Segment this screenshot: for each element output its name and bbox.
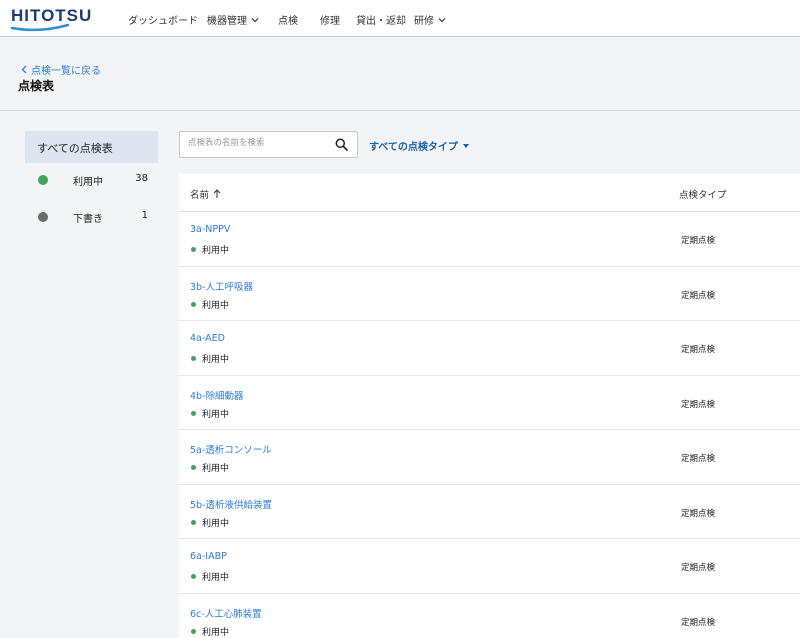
back-to-inspection-list-link[interactable]: 点検一覧に戻る xyxy=(21,62,101,77)
status-dot-icon xyxy=(38,212,48,222)
chevron-down-icon xyxy=(251,17,259,22)
status-label: 利用中 xyxy=(202,518,230,529)
inspection-sheet-name-link[interactable]: 4a-AED xyxy=(190,333,225,344)
status-dot-icon xyxy=(191,410,196,416)
inspection-type: 定期点検 xyxy=(681,236,716,246)
status-dot-icon xyxy=(191,301,196,307)
sort-ascending-icon xyxy=(213,189,221,198)
table-row[interactable]: 6a-IABP 利用中 定期点検 xyxy=(179,539,800,594)
inspection-type: 定期点検 xyxy=(681,454,716,464)
table-row[interactable]: 5b-透析液供給装置利用中 定期点検 xyxy=(179,485,800,539)
table-row[interactable]: 3a-NPPV 利用中 定期点検 xyxy=(179,212,800,267)
status-label: 利用中 xyxy=(202,464,230,474)
table-row[interactable]: 6c-人工心肺装置利用中 定期点検 xyxy=(179,594,800,638)
table-row[interactable]: 4b-除細動器 利用中 定期点検 xyxy=(179,376,800,430)
status-dot-icon xyxy=(191,628,196,634)
inspection-sheet-name-link[interactable]: 6a-IABP xyxy=(190,551,227,562)
nav-dashboard-label: ダッシュボード xyxy=(128,16,198,27)
inspection-sheet-name-link[interactable]: 4b-除細動器 xyxy=(190,388,244,402)
status-label: 利用中 xyxy=(202,246,230,256)
logo-swoosh-icon xyxy=(10,23,70,32)
nav-inspection-label: 点検 xyxy=(278,16,298,27)
status-indicator: 利用中 xyxy=(191,461,229,474)
inspection-type: 定期点検 xyxy=(681,617,716,628)
nav-lending[interactable]: 貸出・返却 xyxy=(356,12,406,27)
status-label: 利用中 xyxy=(202,409,230,420)
sidebar-item-count: 38 xyxy=(135,173,148,184)
chevron-down-icon xyxy=(438,17,446,22)
status-indicator: 利用中 xyxy=(191,625,229,638)
sidebar-item-active[interactable]: 利用中 38 xyxy=(25,163,158,200)
nav-equipment[interactable]: 機器管理 xyxy=(207,12,259,27)
nav-training-label: 研修 xyxy=(414,16,434,27)
sidebar-status-filter: すべての点検表 利用中 38 下書き 1 xyxy=(25,131,158,237)
nav-training[interactable]: 研修 xyxy=(414,12,446,27)
inspection-type: 定期点検 xyxy=(681,399,716,410)
status-dot-icon xyxy=(191,519,196,525)
status-indicator: 利用中 xyxy=(191,407,229,420)
status-label: 利用中 xyxy=(202,627,230,638)
page-title: 点検表 xyxy=(18,79,55,93)
table-row[interactable]: 3b-人工呼吸器利用中 定期点検 xyxy=(179,267,800,321)
status-dot-icon xyxy=(38,175,48,185)
page-header: 点検一覧に戻る 点検表 xyxy=(0,38,800,111)
table-body: 3a-NPPV 利用中 定期点検 3b-人工呼吸器 利用中 定期点検 4a-AED 利用中 定期… xyxy=(179,212,800,638)
inspection-type: 定期点検 xyxy=(681,563,716,573)
column-header-type: 点検タイプ xyxy=(679,190,727,201)
inspection-sheet-name-link[interactable]: 5a-透析コンソール xyxy=(190,442,272,456)
inspection-sheet-name-link[interactable]: 6c-人工心肺装置 xyxy=(190,606,262,620)
inspection-sheet-table: 名前 点検タイプ 3a-NPPV 利用中 定期点検 3b-人工呼吸器 利用中 定期点検 4a… xyxy=(179,174,800,638)
nav-repair-label: 修理 xyxy=(320,16,340,27)
nav-lending-label: 貸出・返却 xyxy=(356,16,406,27)
search-box xyxy=(179,131,358,158)
chevron-left-icon xyxy=(21,65,27,74)
search-input[interactable] xyxy=(188,138,328,148)
nav-inspection[interactable]: 点検 xyxy=(278,12,298,27)
caret-down-icon xyxy=(462,143,469,148)
table-row[interactable]: 5a-透析コンソール利用中 定期点検 xyxy=(179,430,800,485)
status-dot-icon xyxy=(191,465,196,470)
status-indicator: 利用中 xyxy=(191,243,229,256)
status-dot-icon xyxy=(191,574,196,579)
sidebar-item-all[interactable]: すべての点検表 xyxy=(25,131,158,163)
status-indicator: 利用中 xyxy=(191,298,229,311)
status-dot-icon xyxy=(191,247,196,252)
back-link-label: 点検一覧に戻る xyxy=(31,66,101,77)
status-indicator: 利用中 xyxy=(191,570,229,583)
column-header-name[interactable]: 名前 xyxy=(190,187,221,201)
status-indicator: 利用中 xyxy=(191,352,229,365)
inspection-sheet-name-link[interactable]: 5b-透析液供給装置 xyxy=(190,497,272,511)
status-label: 利用中 xyxy=(202,573,230,583)
inspection-sheet-name-link[interactable]: 3a-NPPV xyxy=(190,224,230,235)
sidebar-item-draft[interactable]: 下書き 1 xyxy=(25,200,158,237)
inspection-type: 定期点検 xyxy=(681,508,716,519)
nav-equipment-label: 機器管理 xyxy=(207,16,247,27)
top-navbar: HITOTSU ダッシュボード 機器管理 点検 修理 貸出・返却 研修 xyxy=(0,0,800,37)
sidebar-item-label: 下書き xyxy=(73,214,103,225)
table-header: 名前 点検タイプ xyxy=(179,174,800,212)
sidebar-item-label: 利用中 xyxy=(73,177,103,188)
status-label: 利用中 xyxy=(202,300,230,311)
sidebar-item-count: 1 xyxy=(141,210,148,221)
nav-dashboard[interactable]: ダッシュボード xyxy=(128,12,198,27)
column-header-name-label: 名前 xyxy=(190,190,210,201)
status-indicator: 利用中 xyxy=(191,516,229,529)
inspection-sheet-name-link[interactable]: 3b-人工呼吸器 xyxy=(190,279,253,293)
search-icon[interactable] xyxy=(335,138,348,151)
status-label: 利用中 xyxy=(202,355,230,365)
inspection-type-dropdown-label: すべての点検タイプ xyxy=(369,142,458,153)
status-dot-icon xyxy=(191,356,196,361)
inspection-type: 定期点検 xyxy=(681,345,716,355)
inspection-type: 定期点検 xyxy=(681,290,716,301)
table-row[interactable]: 4a-AED 利用中 定期点検 xyxy=(179,321,800,376)
nav-repair[interactable]: 修理 xyxy=(320,12,340,27)
inspection-type-dropdown[interactable]: すべての点検タイプ xyxy=(369,138,469,153)
